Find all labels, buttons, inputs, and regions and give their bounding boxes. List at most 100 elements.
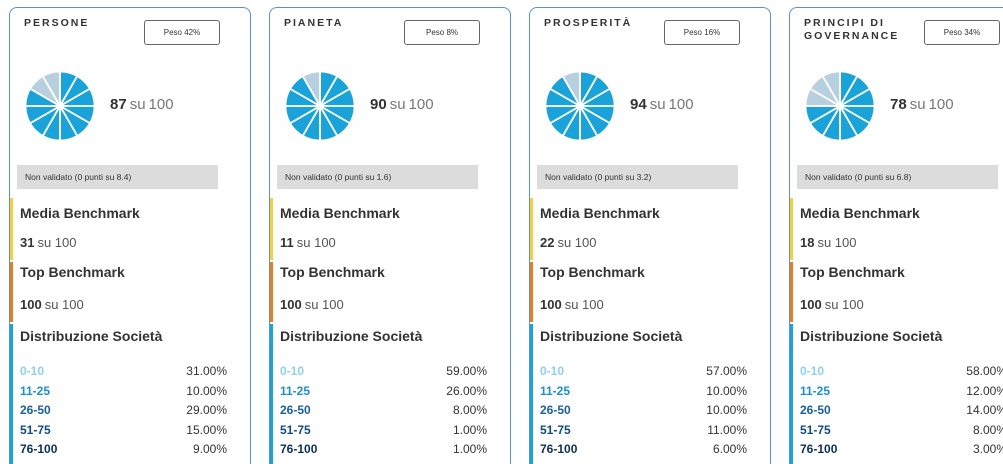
distribution-row: 51-75 1.00% [280, 423, 487, 439]
top-benchmark-out-of: su 100 [564, 297, 604, 312]
media-benchmark-bar [10, 198, 13, 260]
distribution-row: 76-100 1.00% [280, 442, 487, 458]
card-title: PERSONE [24, 17, 90, 29]
media-benchmark-out-of: su 100 [296, 235, 336, 250]
top-benchmark-value: 100 su 100 [280, 297, 344, 312]
distribution-range: 11-25 [20, 383, 51, 398]
validation-status: Non validato (0 punti su 1.6) [277, 165, 478, 189]
media-benchmark-out-of: su 100 [37, 235, 77, 250]
top-benchmark-title: Top Benchmark [20, 264, 125, 280]
distribution-range: 26-50 [20, 403, 51, 417]
distribution-percent: 15.00% [186, 422, 227, 437]
distribution-percent: 9.00% [192, 442, 227, 456]
distribution-row: 51-75 11.00% [540, 423, 747, 439]
top-benchmark-number: 100 [540, 297, 562, 312]
distribution-bar [270, 324, 273, 464]
media-benchmark-title: Media Benchmark [540, 205, 660, 221]
distribution-percent: 10.00% [186, 383, 227, 398]
score-pie-chart [24, 70, 96, 142]
weight-button[interactable]: Peso 16% [664, 20, 740, 45]
score-display: 90 su 100 [370, 96, 434, 113]
distribution-range: 76-100 [540, 442, 578, 456]
pillar-card: PIANETA Peso 8% 90 su 100 Non validato (0 … [269, 7, 511, 464]
score-su-label: su [389, 96, 406, 113]
distribution-percent: 14.00% [966, 403, 1003, 417]
distribution-percent: 59.00% [446, 364, 487, 378]
top-benchmark-number: 100 [800, 297, 822, 312]
distribution-percent: 6.00% [712, 442, 747, 456]
score-display: 94 su 100 [630, 96, 694, 113]
card-title: PIANETA [284, 17, 344, 29]
media-benchmark-out-of: su 100 [557, 235, 597, 250]
media-benchmark-bar [270, 198, 273, 260]
distribution-bar [790, 324, 793, 464]
distribution-percent: 10.00% [706, 383, 747, 398]
weight-button[interactable]: Peso 42% [144, 20, 220, 45]
distribution-percent: 1.00% [452, 422, 487, 437]
distribution-title: Distribuzione Società [540, 328, 683, 344]
media-benchmark-value: 18 su 100 [800, 235, 857, 250]
distribution-row: 26-50 29.00% [20, 403, 227, 419]
media-benchmark-title: Media Benchmark [280, 205, 400, 221]
distribution-row: 11-25 10.00% [540, 384, 747, 400]
distribution-row: 26-50 14.00% [800, 403, 1003, 419]
distribution-row: 51-75 15.00% [20, 423, 227, 439]
top-benchmark-value: 100 su 100 [540, 297, 604, 312]
distribution-percent: 58.00% [966, 364, 1003, 378]
distribution-range: 26-50 [540, 403, 571, 417]
distribution-title: Distribuzione Società [800, 328, 943, 344]
distribution-row: 26-50 10.00% [540, 403, 747, 419]
distribution-row: 76-100 9.00% [20, 442, 227, 458]
media-benchmark-number: 22 [540, 235, 555, 250]
score-pie-chart [284, 70, 356, 142]
media-benchmark-value: 11 su 100 [280, 235, 336, 250]
media-benchmark-title: Media Benchmark [800, 205, 920, 221]
distribution-percent: 31.00% [186, 364, 227, 378]
score-value: 78 [890, 96, 907, 113]
score-su-label: su [129, 96, 146, 113]
distribution-range: 26-50 [800, 403, 831, 417]
score-su-label: su [909, 96, 926, 113]
distribution-percent: 29.00% [186, 403, 227, 417]
card-title: PROSPERITÀ [544, 17, 633, 29]
score-pie-chart [804, 70, 876, 142]
media-benchmark-out-of: su 100 [817, 235, 857, 250]
distribution-row: 0-10 31.00% [20, 364, 227, 380]
score-display: 87 su 100 [110, 96, 174, 113]
weight-button[interactable]: Peso 8% [404, 20, 480, 45]
validation-status: Non validato (0 punti su 8.4) [17, 165, 218, 189]
top-benchmark-bar [790, 262, 793, 322]
top-benchmark-bar [530, 262, 533, 322]
distribution-bar [10, 324, 13, 464]
distribution-range: 76-100 [20, 442, 58, 456]
top-benchmark-bar [10, 262, 13, 322]
top-benchmark-out-of: su 100 [304, 297, 344, 312]
score-value: 87 [110, 96, 127, 113]
weight-button[interactable]: Peso 34% [924, 20, 1000, 45]
media-benchmark-value: 31 su 100 [20, 235, 77, 250]
distribution-row: 0-10 58.00% [800, 364, 1003, 380]
card-title: PRINCIPI DI GOVERNANCE [804, 17, 900, 42]
score-su-label: su [649, 96, 666, 113]
score-max: 100 [668, 96, 694, 113]
media-benchmark-value: 22 su 100 [540, 235, 597, 250]
distribution-percent: 26.00% [446, 383, 487, 398]
media-benchmark-number: 31 [20, 235, 35, 250]
score-max: 100 [408, 96, 434, 113]
distribution-percent: 8.00% [452, 403, 487, 417]
pillar-card: PERSONE Peso 42% 87 su 100 Non validato (0… [9, 7, 251, 464]
score-value: 94 [630, 96, 647, 113]
score-pie-chart [544, 70, 616, 142]
distribution-range: 51-75 [20, 422, 51, 437]
distribution-range: 11-25 [540, 383, 571, 398]
distribution-percent: 12.00% [966, 383, 1003, 398]
distribution-row: 11-25 10.00% [20, 384, 227, 400]
distribution-range: 76-100 [280, 442, 318, 456]
score-display: 78 su 100 [890, 96, 954, 113]
pillar-card: PRINCIPI DI GOVERNANCE Peso 34% 78 su 100 … [789, 7, 1003, 464]
distribution-range: 11-25 [280, 383, 311, 398]
distribution-range: 0-10 [280, 364, 305, 378]
distribution-range: 26-50 [280, 403, 311, 417]
distribution-row: 11-25 26.00% [280, 384, 487, 400]
top-benchmark-bar [270, 262, 273, 322]
